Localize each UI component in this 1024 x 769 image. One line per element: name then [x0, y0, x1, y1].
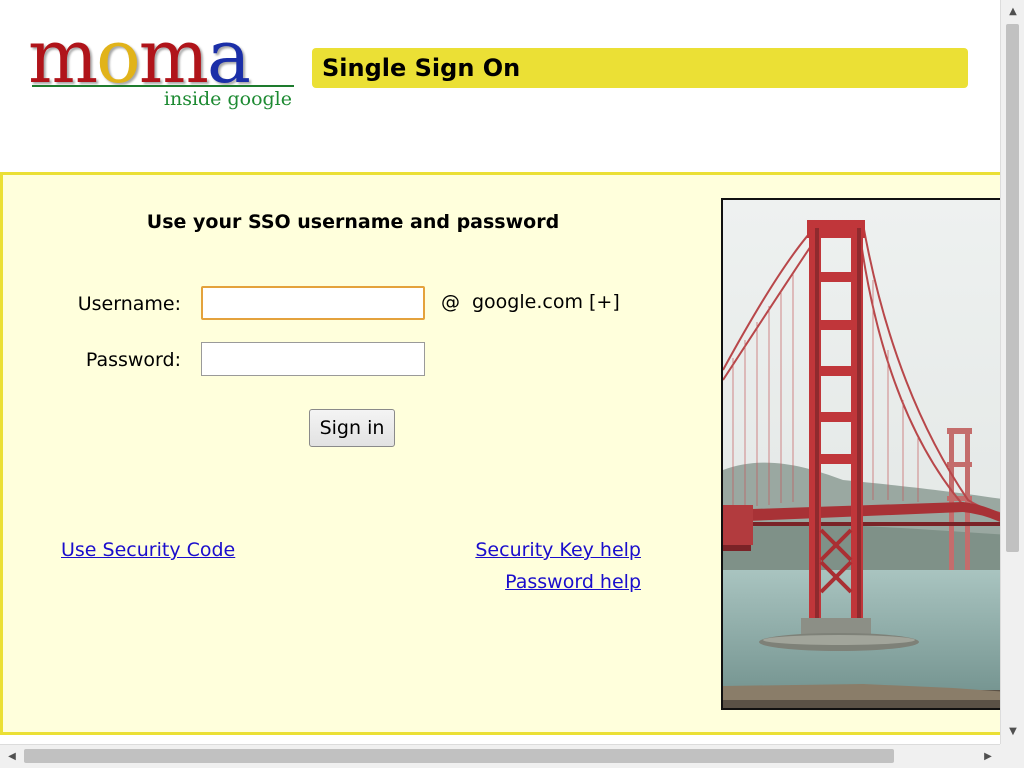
- scroll-left-icon[interactable]: ◀: [0, 745, 24, 769]
- domain-suffix: @ google.com [+]: [441, 291, 620, 313]
- vertical-scroll-thumb[interactable]: [1006, 24, 1019, 552]
- horizontal-scroll-thumb[interactable]: [24, 749, 894, 763]
- username-label: Username:: [77, 293, 181, 315]
- password-label: Password:: [85, 349, 181, 371]
- form-heading: Use your SSO username and password: [146, 211, 560, 233]
- scroll-right-icon[interactable]: ▶: [976, 745, 1000, 769]
- password-help-link[interactable]: Password help: [505, 571, 641, 593]
- domain-expand-toggle[interactable]: [+]: [589, 291, 620, 313]
- logo-letter-m: m: [28, 14, 98, 100]
- username-input[interactable]: [201, 286, 425, 320]
- use-security-code-link[interactable]: Use Security Code: [61, 539, 235, 561]
- logo-letter-o: o: [96, 14, 141, 100]
- domain-name: google.com: [472, 291, 583, 313]
- logo-underline: [32, 85, 294, 87]
- page-title: Single Sign On: [322, 54, 521, 82]
- vertical-scrollbar[interactable]: ▲ ▼: [1000, 0, 1024, 744]
- scroll-down-icon[interactable]: ▼: [1001, 720, 1024, 744]
- scrollbar-corner: [1000, 744, 1024, 768]
- sign-in-button[interactable]: Sign in: [309, 409, 395, 447]
- horizontal-scrollbar[interactable]: ◀ ▶: [0, 744, 1000, 768]
- password-input[interactable]: [201, 342, 425, 376]
- scroll-up-icon[interactable]: ▲: [1001, 0, 1024, 24]
- page-viewport: moma inside google Single Sign On Use yo…: [0, 0, 1000, 744]
- moma-logo: moma inside google: [28, 20, 298, 122]
- golden-gate-bridge-photo: [721, 198, 1000, 710]
- page-title-bar: Single Sign On: [312, 48, 968, 88]
- at-sign: @: [441, 291, 460, 313]
- logo-tagline: inside google: [163, 88, 292, 110]
- security-key-help-link[interactable]: Security Key help: [475, 539, 641, 561]
- logo-wordmark: moma: [28, 20, 251, 94]
- login-panel: Use your SSO username and password Usern…: [0, 172, 1000, 735]
